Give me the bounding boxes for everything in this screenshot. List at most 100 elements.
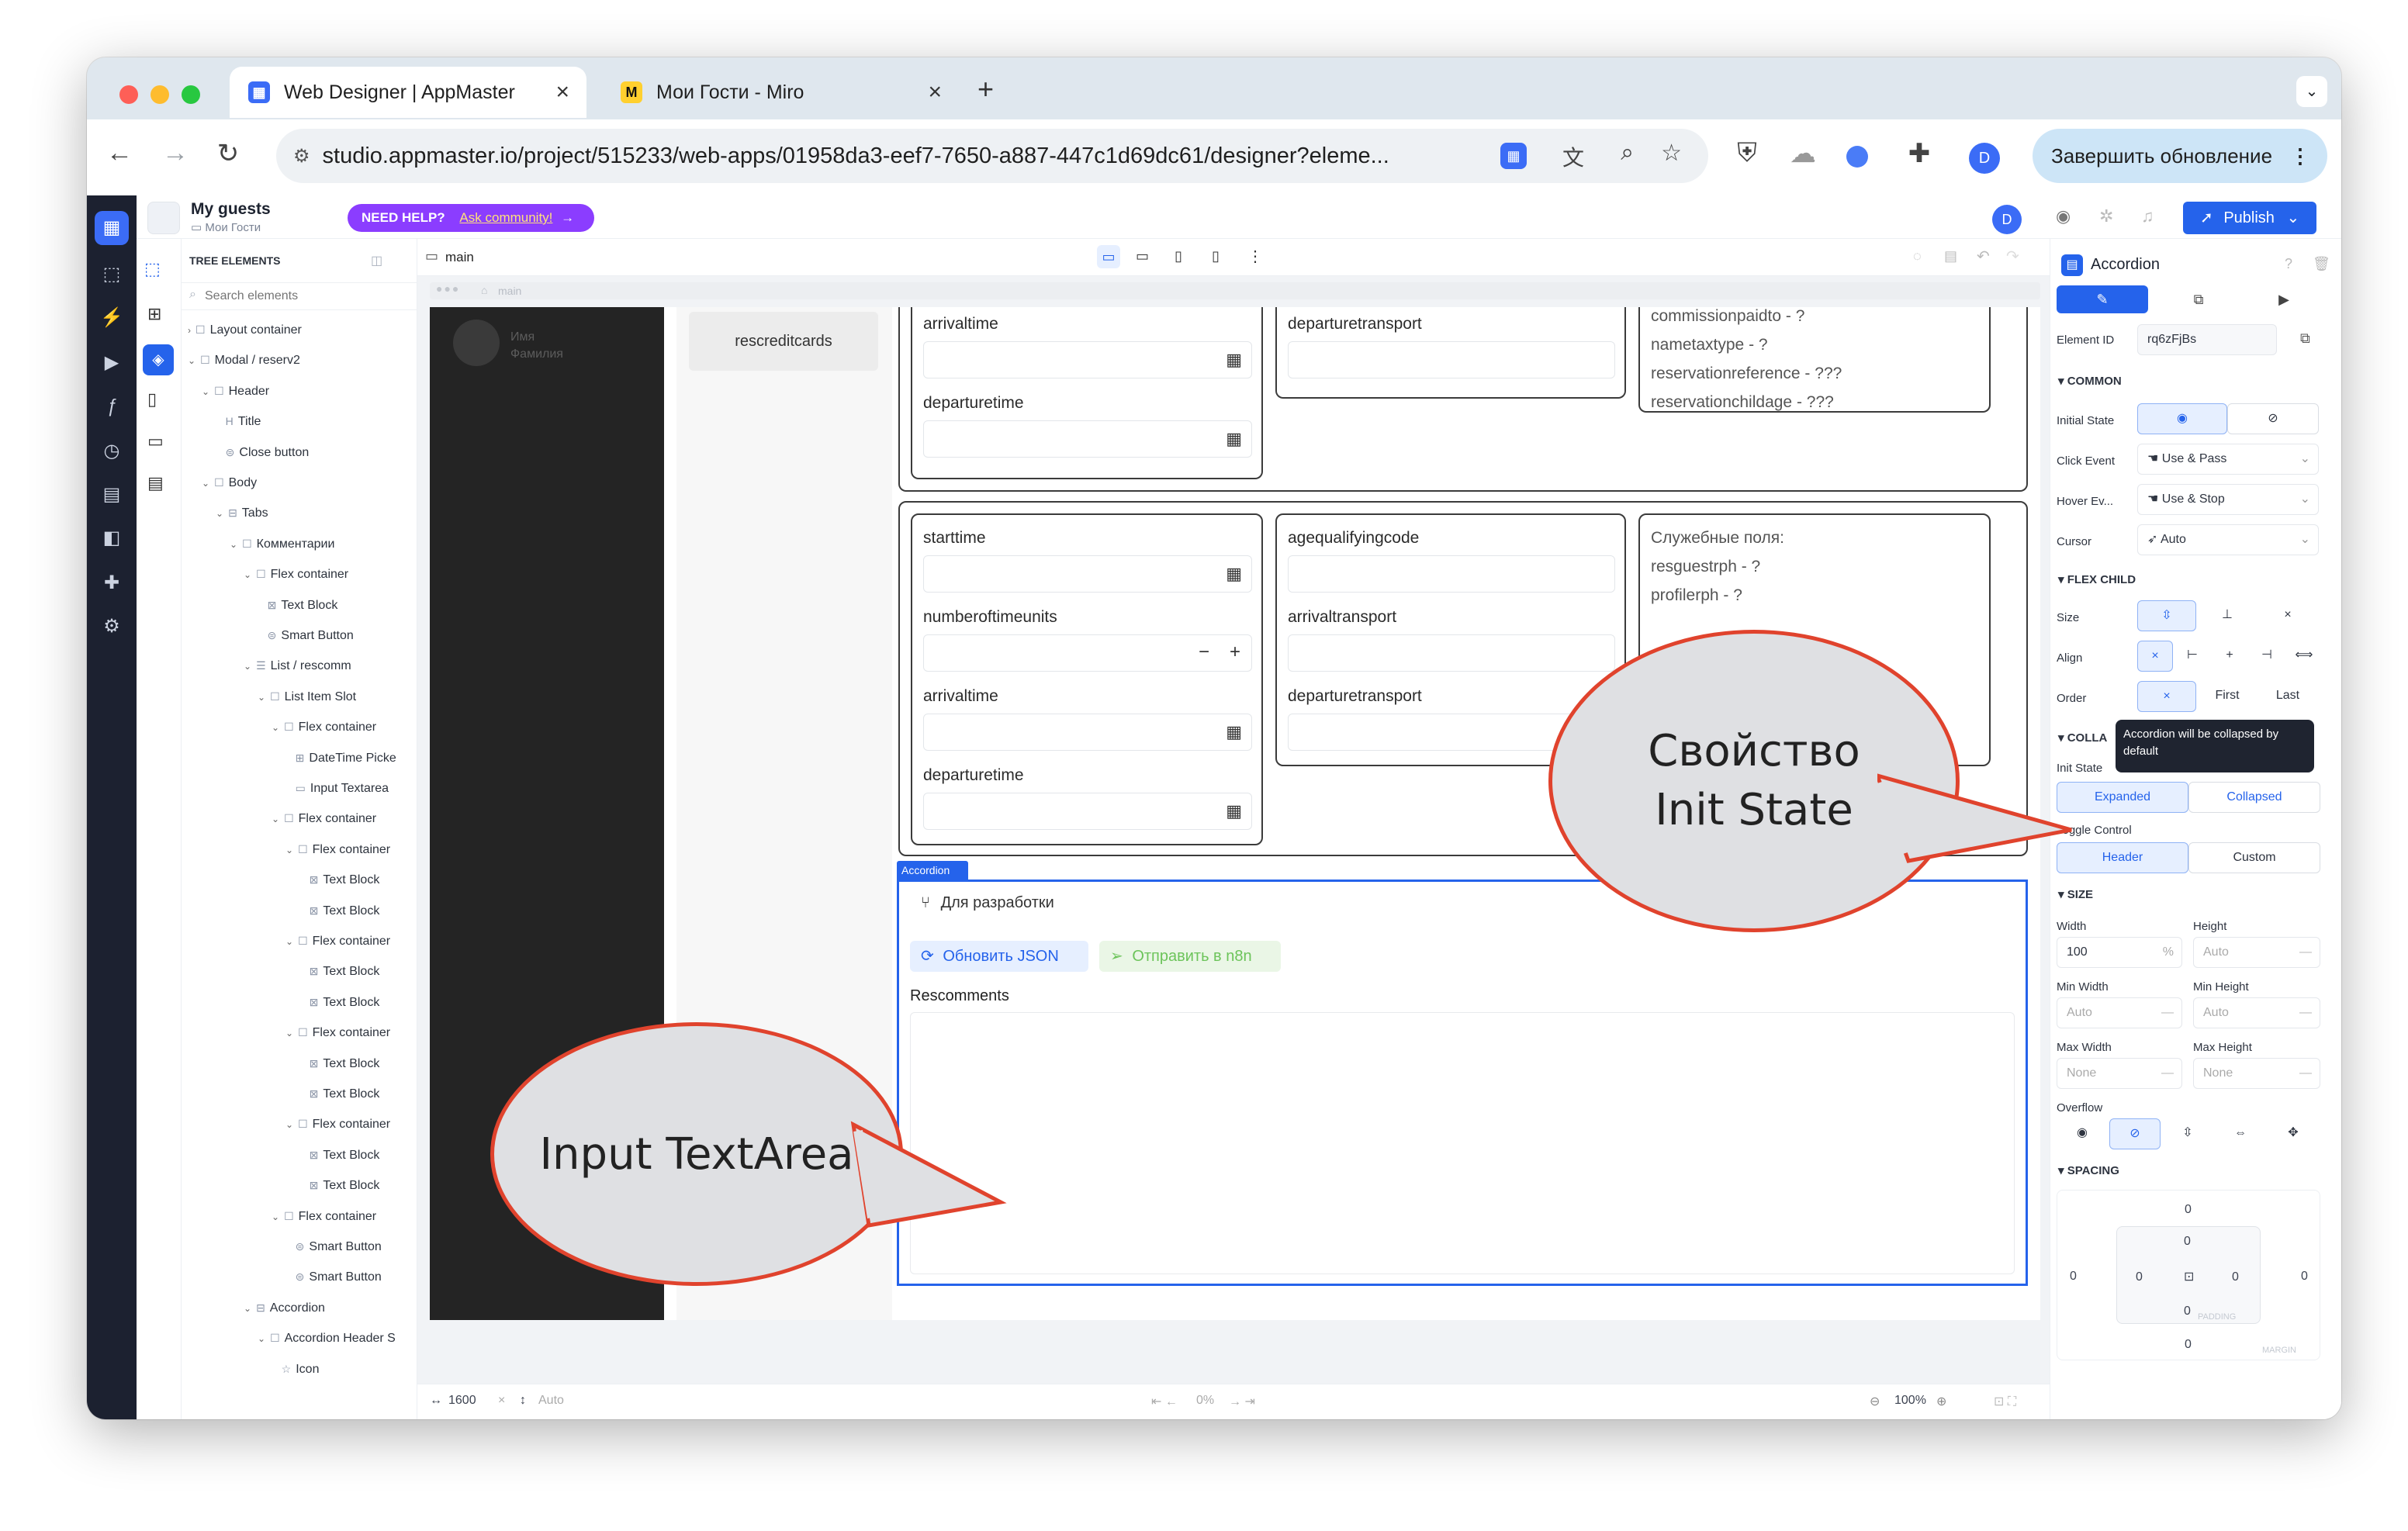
clear-icon[interactable]: — [2299,998,2312,1028]
close-tab-icon[interactable]: × [928,79,942,105]
tree-item[interactable]: ⌄ ☐ Modal / reserv2 [188,347,300,373]
collapse-section-header[interactable]: ▾ COLLA [2058,731,2107,745]
tab-miro[interactable]: M Мои Гости - Miro × [602,67,959,118]
tree-item[interactable]: ⊠ Text Block [299,1080,380,1107]
preview-eye-icon[interactable]: ◉ [2056,206,2071,226]
size-fill-button[interactable]: ⇳ [2137,600,2196,631]
apps-grid-icon[interactable]: ▦ [95,211,129,245]
site-settings-icon[interactable]: ⚙ [293,145,310,168]
delete-icon[interactable]: 🗑 [2313,256,2330,272]
align-center-button[interactable]: + [2212,641,2247,672]
collapse-panel-icon[interactable]: ◫ [371,253,382,268]
calendar-icon[interactable]: ▦ [1226,350,1242,370]
size-none-button[interactable]: × [2258,600,2317,631]
tree-item[interactable]: ⊜ Smart Button [285,1263,382,1290]
tab-rescreditcards[interactable]: rescreditcards [689,312,878,371]
numberoftimeunits-stepper[interactable]: − + [923,634,1252,672]
tree-search[interactable]: ⌕ [182,282,417,310]
align-end-button[interactable]: ⊣ [2249,641,2285,672]
tree-item[interactable]: ⊞ DateTime Picke [285,745,396,771]
expand-chevron-icon[interactable]: ⌄ [285,1028,293,1039]
translate-icon[interactable]: 文 [1562,141,1584,172]
departuretransport-input[interactable] [1288,341,1615,378]
tree-item[interactable]: ⌄ ☐ Комментарии [230,530,334,557]
accordion-header[interactable]: ⑂ Для разработки [921,894,1054,912]
reload-icon[interactable]: ↻ [211,138,245,169]
new-tab-icon[interactable]: + [977,73,994,105]
clear-icon[interactable]: — [2161,998,2174,1028]
tree-item[interactable]: ⌄ ☐ Flex container [272,714,376,740]
tab-list-chevron-icon[interactable]: ⌄ [2296,76,2327,107]
zoom-in-icon[interactable]: ⊕ [1936,1394,1946,1409]
tree-item[interactable]: ☆ Icon [272,1356,320,1382]
expand-chevron-icon[interactable]: ⌄ [244,569,251,580]
width-unit[interactable]: % [2163,938,2174,967]
padding-left-value[interactable]: 0 [2136,1270,2143,1284]
logic-bolt-icon[interactable]: ⚡ [95,301,129,335]
clear-icon[interactable]: — [2299,938,2312,967]
address-bar[interactable]: ⚙ studio.appmaster.io/project/515233/web… [276,129,1708,183]
tree-item[interactable]: ⊠ Text Block [299,1142,380,1168]
tree-item[interactable]: ⊜ Close button [216,439,310,465]
tree-item[interactable]: ⊠ Text Block [299,958,380,984]
calendar-icon[interactable]: ▦ [1226,429,1242,449]
clear-icon[interactable]: — [2299,1059,2312,1088]
back-icon[interactable]: ← [102,138,137,168]
tab-style[interactable]: ✎ [2057,285,2148,313]
common-section-header[interactable]: ▾ COMMON [2058,374,2122,388]
tree-item[interactable]: ⌄ ☐ Flex container [272,805,376,831]
expand-chevron-icon[interactable]: ⌄ [202,386,209,397]
order-last-button[interactable]: Last [2258,681,2317,712]
initial-state-visible-button[interactable]: ◉ [2137,403,2227,434]
close-tab-icon[interactable]: × [555,79,569,105]
element-id-value[interactable]: rq6zFjBs [2137,324,2277,355]
extension-appmaster-icon[interactable]: ▦ [1500,143,1527,169]
align-start-button[interactable]: ⊢ [2174,641,2210,672]
overflow-scroll-y-button[interactable]: ⇳ [2162,1118,2213,1149]
min-height-input[interactable]: Auto — [2193,997,2320,1028]
spacing-section-header[interactable]: ▾ SPACING [2058,1163,2119,1177]
align-stretch-button[interactable]: ⟺ [2286,641,2322,672]
tree-item[interactable]: ▭ Input Textarea [285,775,389,801]
bookmark-star-icon[interactable]: ☆ [1661,140,1682,167]
expand-chevron-icon[interactable]: ⌄ [202,478,209,489]
help-banner[interactable]: NEED HELP? Ask community! → [348,204,594,232]
components-icon[interactable]: ◧ [95,521,129,555]
toggle-custom-button[interactable]: Custom [2188,842,2320,873]
update-json-button[interactable]: ⟳ Обновить JSON [910,941,1088,972]
canvas-width-value[interactable]: 1600 [448,1394,476,1408]
flex-child-section-header[interactable]: ▾ FLEX CHILD [2058,572,2136,586]
calendar-icon[interactable]: ▦ [1226,722,1242,742]
scroll-end-icon[interactable]: → ⇥ [1229,1394,1255,1409]
tree-item[interactable]: ⊠ Text Block [299,1050,380,1077]
page-name[interactable]: main [445,250,474,265]
margin-bottom-value[interactable]: 0 [2185,1338,2192,1352]
padding-right-value[interactable]: 0 [2232,1270,2239,1284]
max-width-input[interactable]: None — [2057,1058,2182,1089]
tree-item[interactable]: ⊠ Text Block [299,989,380,1015]
plugins-puzzle-icon[interactable]: ✚ [95,566,129,600]
overflow-scroll-x-button[interactable]: ⇔ [2215,1118,2266,1149]
help-icon[interactable]: ? [2285,256,2292,272]
scroll-start-icon[interactable]: ⇤ ← [1151,1394,1178,1409]
design-icon[interactable]: ⬚ [95,257,129,292]
cursor-select[interactable]: ➶ Auto ⌄ [2137,524,2319,555]
send-to-n8n-button[interactable]: ➢ Отправить в n8n [1099,941,1281,972]
expand-chevron-icon[interactable]: ⌄ [272,722,279,733]
forward-icon[interactable]: → [158,138,192,168]
id-card-icon[interactable]: ▤ [95,478,129,512]
zoom-value[interactable]: 100% [1894,1394,1926,1408]
margin-left-value[interactable]: 0 [2070,1270,2077,1284]
clear-icon[interactable]: × [498,1394,505,1408]
bitwarden-icon[interactable]: ⛨ [1730,138,1764,168]
fit-icon[interactable]: ⊡ ⛶ [1994,1394,2016,1409]
timer-icon[interactable]: ◷ [95,434,129,468]
undo-icon[interactable]: ↶ [1977,247,1990,266]
expand-chevron-icon[interactable]: ⌄ [258,692,265,703]
tree-item[interactable]: ⊠ Text Block [299,866,380,893]
tree-item[interactable]: ⌄ ☐ List Item Slot [258,683,356,710]
clear-icon[interactable]: — [2161,1059,2174,1088]
tab-events[interactable]: ▶ [2249,285,2319,313]
tab-web-designer[interactable]: ▦ Web Designer | AppMaster × [230,67,586,118]
height-input[interactable]: Auto — [2193,937,2320,968]
